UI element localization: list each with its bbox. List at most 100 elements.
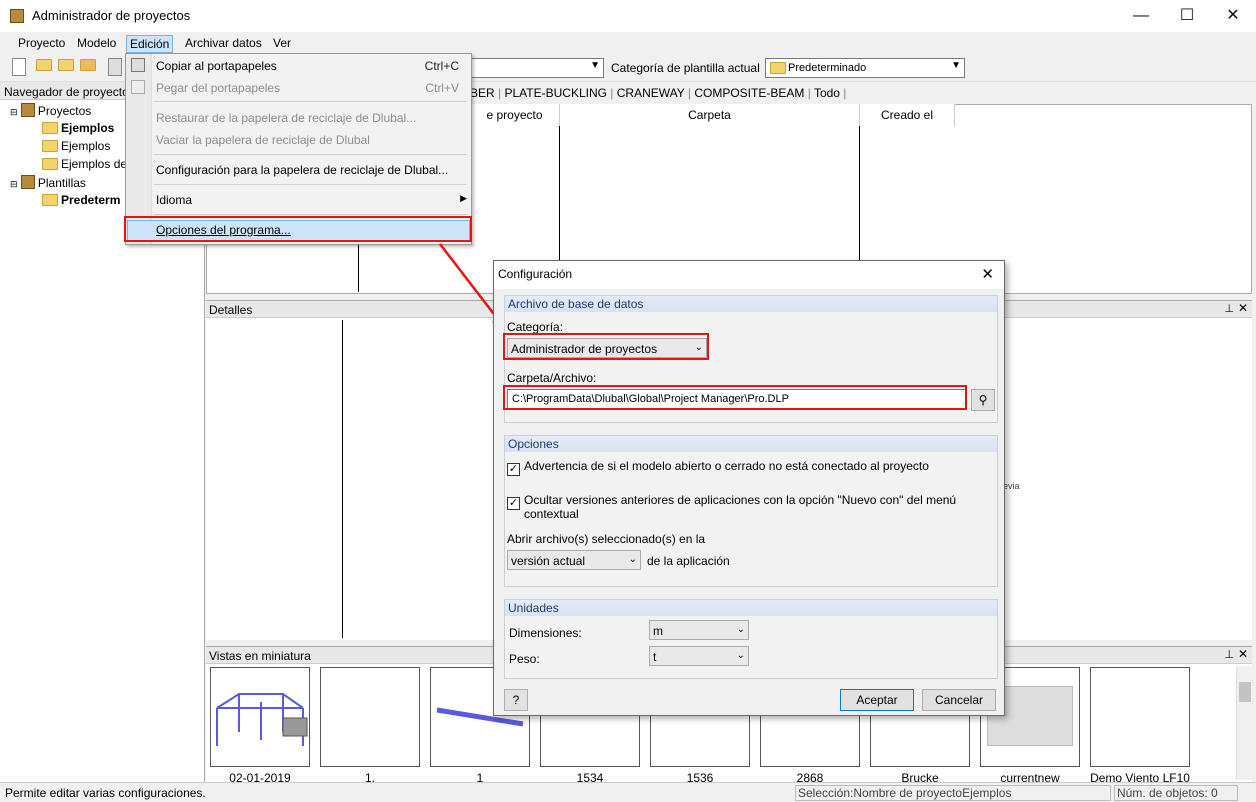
checkbox-checked-icon[interactable]: ✓ (507, 497, 520, 510)
folder-star-icon[interactable] (58, 58, 76, 76)
dialog-titlebar: Configuración ✕ (494, 261, 1004, 289)
close-window-button[interactable]: ✕ (1210, 0, 1256, 32)
thumbnails-title: Vistas en miniatura (209, 649, 311, 663)
ok-button[interactable]: Aceptar (840, 689, 914, 711)
filter-combo[interactable]: ▼ (470, 58, 604, 78)
option-hide-versions-label-line2: contextual (524, 507, 579, 521)
category-tabs: BER | PLATE-BUCKLING | CRANEWAY | COMPOS… (470, 86, 847, 100)
open-files-label: Abrir archivo(s) seleccionado(s) en la (507, 532, 706, 546)
binoculars-icon: ⚲ (978, 393, 988, 407)
status-selection: Selección:Nombre de proyectoEjemplos (795, 785, 1111, 801)
browse-button[interactable]: ⚲ (971, 389, 995, 411)
tab-composite-beam[interactable]: COMPOSITE-BEAM (694, 86, 804, 100)
menu-separator (154, 154, 467, 155)
copy-icon[interactable] (108, 58, 122, 76)
category-label: Categoría: (507, 320, 564, 334)
pin-icon[interactable]: ⊥ (1224, 302, 1234, 315)
status-bar: Permite editar varias configuraciones. S… (0, 782, 1256, 802)
weight-value: t (653, 650, 657, 664)
database-group-header: Archivo de base de datos (505, 296, 997, 312)
title-bar: Administrador de proyectos — ☐ ✕ (0, 0, 1256, 32)
status-text: Permite editar varias configuraciones. (5, 786, 206, 800)
options-group: Opciones ✓ Advertencia de si el modelo ab… (504, 435, 998, 587)
highlight-box (503, 385, 967, 410)
tab-plate-buckling[interactable]: PLATE-BUCKLING (504, 86, 606, 100)
minimize-button[interactable]: — (1118, 0, 1164, 32)
tab-craneway[interactable]: CRANEWAY (617, 86, 685, 100)
structure-preview-icon (216, 693, 308, 746)
thumbnail[interactable] (1090, 667, 1190, 767)
menu-item-vaciar[interactable]: Vaciar la papelera de reciclaje de Dluba… (156, 133, 370, 147)
menu-item-idioma[interactable]: Idioma (156, 193, 192, 207)
menu-edicion[interactable]: Edición (126, 35, 174, 53)
shortcut-copy: Ctrl+C (424, 59, 459, 73)
new-file-icon[interactable] (12, 58, 26, 76)
menu-separator (154, 101, 467, 102)
menu-proyecto[interactable]: Proyecto (15, 35, 68, 51)
open-files-suffix: de la aplicación (647, 554, 730, 568)
tree-item-plantillas[interactable]: ⊟ Plantillas (10, 175, 86, 190)
pin-icon[interactable]: ⊥ (1224, 648, 1234, 661)
cancel-button[interactable]: Cancelar (922, 689, 996, 711)
chevron-down-icon: ⌄ (628, 554, 637, 565)
column-header-creado-el[interactable]: Creado el (860, 104, 955, 126)
thumbnail[interactable] (210, 667, 310, 767)
dimensions-select[interactable]: m ⌄ (649, 620, 749, 640)
status-count: Núm. de objetos: 0 (1114, 785, 1238, 801)
details-title: Detalles (209, 303, 253, 317)
close-panel-icon[interactable]: ✕ (1238, 647, 1248, 661)
chevron-down-icon: ⌄ (736, 650, 745, 661)
dimensions-value: m (653, 624, 663, 638)
path-label: Carpeta/Archivo: (507, 371, 597, 385)
menu-ver[interactable]: Ver (270, 35, 294, 51)
app-icon (10, 9, 24, 23)
highlight-box (503, 333, 709, 360)
tree-item-ejemplos[interactable]: Ejemplos (42, 139, 110, 153)
details-divider (342, 320, 343, 638)
column-header-proyecto[interactable]: e proyecto (470, 104, 560, 126)
help-icon: ? (512, 693, 520, 707)
template-category-label: Categoría de plantilla actual (611, 61, 760, 75)
menu-item-restaurar[interactable]: Restaurar de la papelera de reciclaje de… (156, 111, 416, 125)
tree-item-ejemplos-de[interactable]: Ejemplos de (42, 157, 127, 171)
thumbnails-scrollbar[interactable] (1236, 666, 1252, 780)
tree-item-ejemplos-selected[interactable]: Ejemplos (42, 121, 114, 135)
tree-item-proyectos[interactable]: ⊟ Proyectos (10, 103, 91, 118)
copy-icon (131, 58, 145, 72)
chevron-down-icon: ⌄ (736, 624, 745, 635)
scrollbar-thumb[interactable] (1239, 682, 1251, 702)
menu-separator (154, 214, 467, 215)
dialog-title: Configuración (498, 267, 573, 281)
highlight-box (124, 216, 472, 242)
tab-todo[interactable]: Todo (814, 86, 840, 100)
column-header-carpeta[interactable]: Carpeta (560, 104, 860, 126)
thumbnail[interactable] (320, 667, 420, 767)
checkbox-checked-icon[interactable]: ✓ (507, 463, 520, 476)
folder-check-icon[interactable] (80, 58, 98, 76)
menu-modelo[interactable]: Modelo (74, 35, 119, 51)
folder-icon (770, 62, 786, 74)
close-panel-icon[interactable]: ✕ (1238, 301, 1248, 315)
weight-select[interactable]: t ⌄ (649, 646, 749, 666)
paste-icon (131, 80, 145, 94)
option-warning[interactable]: ✓ Advertencia de si el modelo abierto o c… (507, 459, 929, 476)
config-dialog: Configuración ✕ Archivo de base de datos… (493, 260, 1005, 716)
menu-item-configuracion-papelera[interactable]: Configuración para la papelera de recicl… (156, 163, 448, 177)
help-button[interactable]: ? (504, 689, 528, 711)
units-group: Unidades Dimensiones: m ⌄ Peso: t ⌄ (504, 599, 998, 679)
units-group-header: Unidades (505, 600, 997, 616)
menu-archivar-datos[interactable]: Archivar datos (182, 35, 265, 51)
template-category-value: Predeterminado (788, 62, 867, 74)
tree-item-predeterminado[interactable]: Predeterm (42, 193, 120, 207)
weight-label: Peso: (509, 652, 540, 666)
template-category-select[interactable]: Predeterminado ▼ (765, 58, 965, 78)
menu-item-pegar[interactable]: Pegar del portapapeles (156, 81, 280, 95)
dimensions-label: Dimensiones: (509, 626, 582, 640)
dialog-close-icon[interactable]: ✕ (981, 265, 994, 283)
open-version-select[interactable]: versión actual ⌄ (507, 550, 641, 570)
menu-item-copiar[interactable]: Copiar al portapapeles (156, 59, 277, 73)
maximize-button[interactable]: ☐ (1164, 0, 1210, 32)
window-title: Administrador de proyectos (32, 8, 191, 23)
tab-ber[interactable]: BER (470, 86, 495, 100)
open-folder-icon[interactable] (36, 58, 54, 76)
